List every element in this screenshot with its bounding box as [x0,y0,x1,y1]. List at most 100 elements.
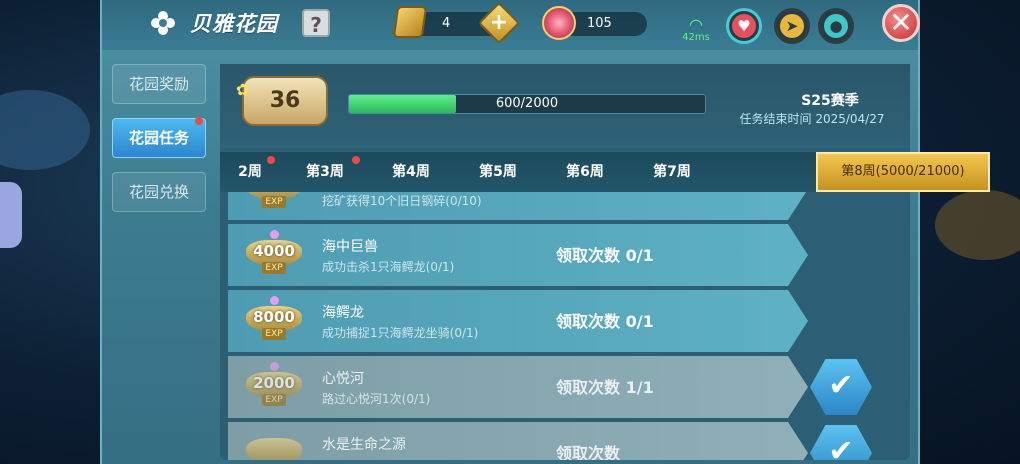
task-row[interactable]: 2000 EXP 心悦河 路过心悦河1次(0/1) 领取次数 1/1 [228,356,808,418]
tab-week-8[interactable]: 第8周(5000/21000) [816,152,990,192]
task-row[interactable]: 8000 EXP 海鳄龙 成功捕捉1只海鳄龙坐骑(0/1) 领取次数 0/1 [228,290,808,352]
task-description: 成功捕捉1只海鳄龙坐骑(0/1) [322,326,479,340]
completed-check-icon[interactable]: ✔ [810,425,872,460]
task-description: 挖矿获得10个旧日钢碎(0/10) [322,194,482,208]
claim-count: 领取次数 1/1 [556,374,654,398]
task-row[interactable]: 4000 EXP 海中巨兽 成功击杀1只海鳄龙(0/1) 领取次数 0/1 [228,224,808,286]
sidebar-item-label: 花园奖励 [128,75,189,93]
notification-dot [352,156,360,164]
season-label: S25赛季 [801,93,859,109]
exp-reward-badge [246,432,302,460]
gem-decor-icon [270,296,279,305]
exp-amount: 2000 [253,374,295,392]
drop-icon: ● [824,14,848,38]
exp-reward-badge: 4000 EXP [246,230,302,274]
exp-reward-badge: 8000 EXP [246,296,302,340]
sidebar-item-garden-tasks[interactable]: 花园任务 [112,117,206,158]
task-row[interactable]: 水是生命之源 领取次数 [228,422,808,460]
exp-reward-badge: 2000 EXP [246,362,302,406]
claim-count: 领取次数 0/1 [556,308,654,332]
tab-week-7[interactable]: 第7周 [637,152,707,192]
network-indicator: ◠ 42ms [682,15,710,44]
notification-dot [267,156,275,164]
task-description: 成功击杀1只海鳄龙(0/1) [322,260,455,274]
tab-label: 第7周 [653,164,691,180]
exp-tag: EXP [262,394,286,406]
claim-count-label: 领取次数 [556,246,621,265]
tab-week-4[interactable]: 第4周 [376,152,446,192]
task-name: 心悦河 [322,371,364,387]
plus-icon: + [489,10,509,35]
sidebar-item-garden-rewards[interactable]: 花园奖励 [112,64,206,104]
heart-status-button[interactable]: ♥ [726,8,762,44]
week-tabs: 2周 第3周 第4周 第5周 第6周 第7周 第8周(5000/21000) [220,152,990,192]
gem-icon [542,6,576,40]
wifi-icon: ◠ [689,15,703,34]
help-button[interactable]: ? [302,9,330,37]
bg-crystal-right [935,190,1020,260]
sidebar-item-garden-exchange[interactable]: 花园兑换 [112,172,206,212]
drop-status-button[interactable]: ● [818,8,854,44]
gem-decor-icon [270,230,279,239]
claim-count: 领取次数 0/1 [556,242,654,266]
ping-text: 42ms [682,32,710,43]
notification-dot [195,117,203,125]
ticket-icon [392,6,428,38]
task-name: 水是生命之源 [322,437,406,453]
tab-label: 第5周 [479,164,517,180]
floating-menu-handle[interactable] [0,182,22,248]
level-number: 36 [269,88,301,113]
claim-count-value: 1/1 [625,378,654,397]
bg-crystal-left [0,90,90,170]
exp-tag: EXP [262,262,286,274]
exp-amount: 8000 [253,308,295,326]
completed-check-icon[interactable]: ✔ [810,359,872,415]
exp-progress-bar: 600/2000 [348,94,706,114]
season-end-time: 任务结束时间 2025/04/27 [739,112,885,126]
ticket-count: 4 [442,16,451,31]
claim-count-label: 领取次数 [556,312,621,331]
tab-label: 第6周 [566,164,604,180]
tab-week-6[interactable]: 第6周 [550,152,620,192]
add-ticket-button[interactable]: + [477,1,521,45]
tab-week-2[interactable]: 2周 [220,152,280,192]
tab-label: 第3周 [306,164,344,180]
exp-wing [246,438,302,460]
sidebar-item-label: 花园任务 [128,129,189,147]
task-description: 路过心悦河1次(0/1) [322,392,431,406]
tab-week-3[interactable]: 第3周 [290,152,360,192]
heart-icon: ♥ [732,14,756,38]
claim-count-label: 领取次数 [556,378,621,397]
sidebar-item-label: 花园兑换 [128,183,189,201]
exp-progress-text: 600/2000 [495,96,559,111]
season-header: 36 ✿ 600/2000 S25赛季 任务结束时间 2025/04/27 [220,64,910,148]
garden-panel: 贝雅花园 ? 4 + 105 ◠ 42ms ♥ ➤ ● ✕ 花园奖励 花园任务 [100,0,990,464]
task-row[interactable]: EXP 挖矿获得10个旧日钢碎(0/10) [228,192,808,220]
task-name: 海鳄龙 [322,305,364,321]
task-name: 海中巨兽 [322,239,378,255]
flower-decor-icon: ✿ [236,80,250,99]
boost-icon: ➤ [780,14,804,38]
claim-count-label: 领取次数 [556,444,621,460]
exp-tag: EXP [262,328,286,340]
top-bar: 贝雅花园 ? 4 + 105 ◠ 42ms ♥ ➤ ● ✕ [102,0,920,50]
boost-status-button[interactable]: ➤ [774,8,810,44]
exp-amount: 4000 [253,242,295,260]
level-badge: 36 [242,76,328,126]
close-button[interactable]: ✕ [882,4,920,42]
task-list[interactable]: EXP 挖矿获得10个旧日钢碎(0/10) 4000 EXP 海中巨兽 成功击杀… [220,192,910,460]
flower-icon [151,11,175,35]
gem-decor-icon [270,362,279,371]
gem-count: 105 [587,16,612,31]
tab-week-5[interactable]: 第5周 [463,152,533,192]
task-content: 36 ✿ 600/2000 S25赛季 任务结束时间 2025/04/27 2周… [220,64,990,460]
claim-count-value: 0/1 [625,246,654,265]
tab-label: 第8周(5000/21000) [841,164,965,179]
exp-reward-badge: EXP [246,192,302,208]
claim-count: 领取次数 [556,440,620,460]
claim-count-value: 0/1 [625,312,654,331]
exp-tag: EXP [262,196,286,208]
tab-label: 第4周 [392,164,430,180]
tab-label: 2周 [238,164,262,180]
page-title: 贝雅花园 [190,12,278,36]
